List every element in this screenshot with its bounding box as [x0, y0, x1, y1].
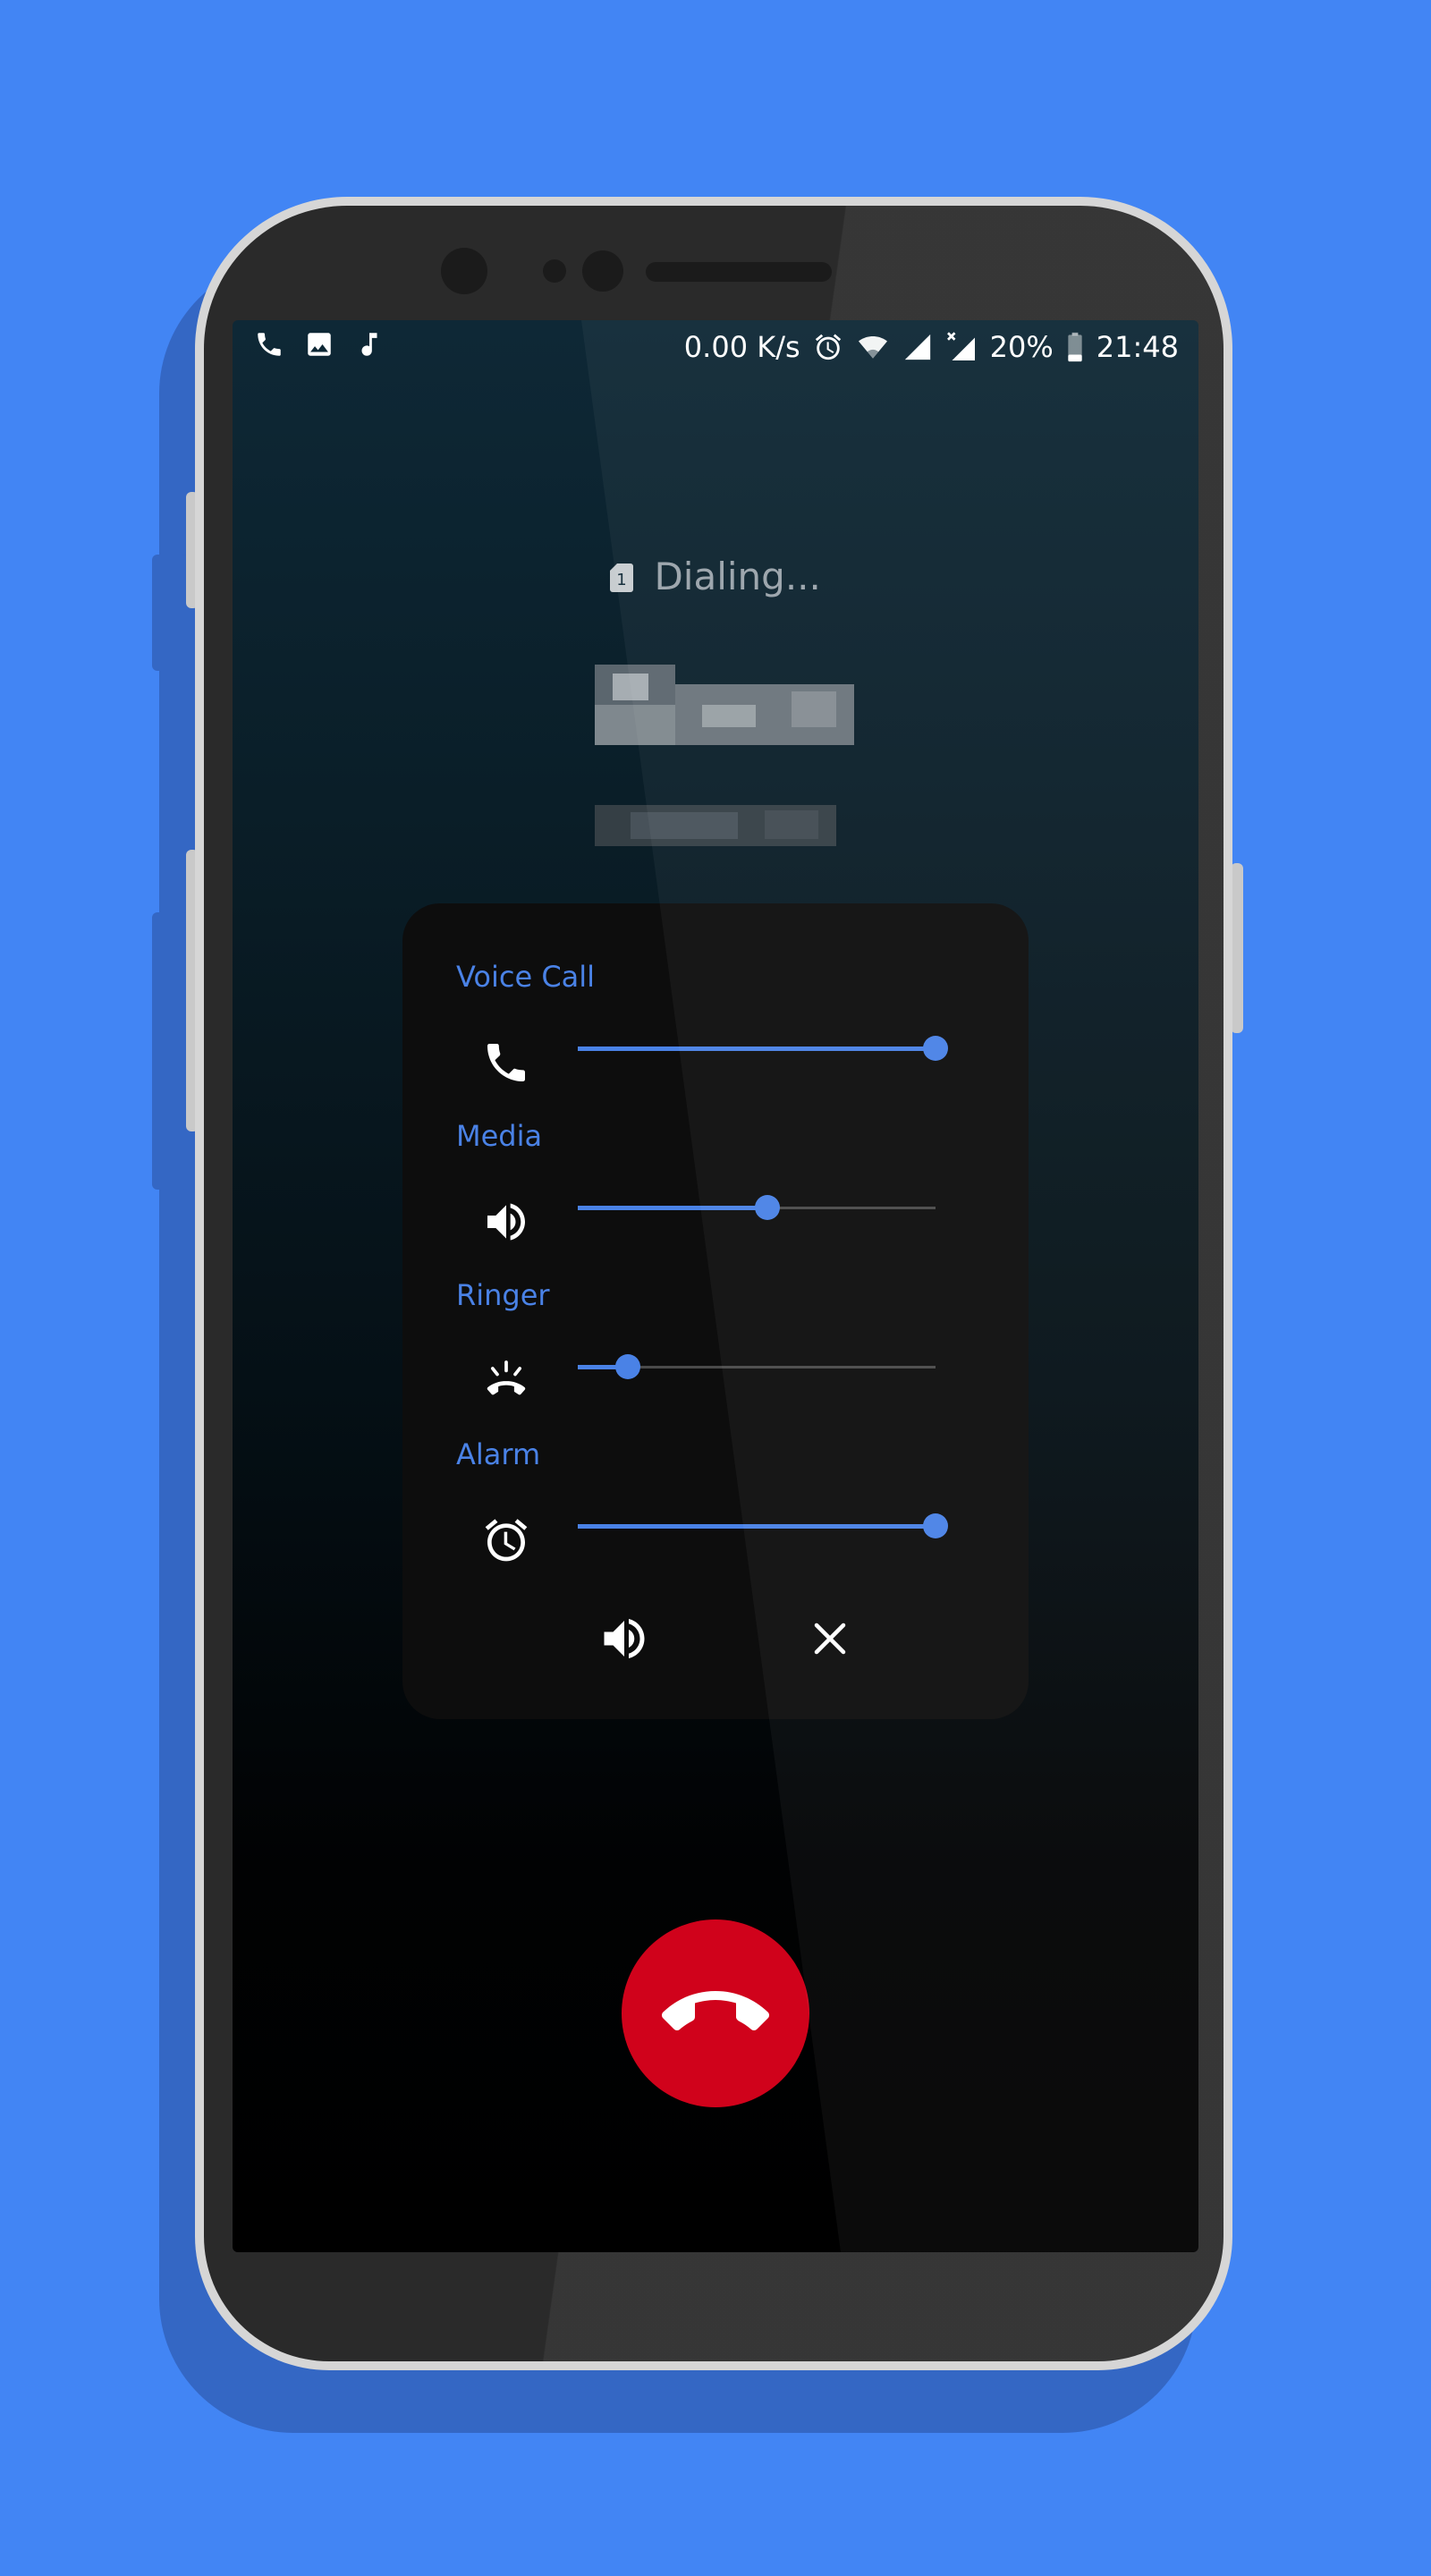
- speaker-icon: [604, 1619, 645, 1658]
- sensor: [582, 250, 623, 292]
- sim-card-icon: 1: [610, 557, 634, 601]
- slider-thumb[interactable]: [755, 1195, 780, 1220]
- volume-panel: Voice Call Media Ringer Alarm: [402, 903, 1029, 1719]
- music-note-icon: [354, 329, 385, 360]
- contact-name-redacted: [595, 665, 854, 745]
- slider-thumb[interactable]: [923, 1513, 948, 1538]
- side-button-shadow: [152, 912, 188, 1190]
- slider-thumb[interactable]: [923, 1036, 948, 1061]
- side-button-shadow: [152, 555, 188, 671]
- speaker-button[interactable]: [597, 1612, 651, 1665]
- call-status-text: Dialing...: [654, 555, 821, 598]
- signal-no-data-icon: [945, 331, 978, 363]
- sensor: [543, 259, 566, 283]
- sim-number: 1: [616, 571, 626, 589]
- ringer-icon: [481, 1356, 531, 1406]
- ringer-label: Ringer: [456, 1278, 550, 1312]
- ringer-slider[interactable]: [578, 1349, 936, 1385]
- earpiece-speaker: [646, 262, 832, 282]
- alarm-slider[interactable]: [578, 1508, 948, 1544]
- battery-percent: 20%: [989, 330, 1054, 364]
- front-camera: [441, 248, 487, 294]
- phone-icon: [481, 1038, 531, 1088]
- voice-call-label: Voice Call: [456, 960, 596, 994]
- phone-screen: 0.00 K/s 20% 21:48 1 Dialing... Voice Ca…: [233, 320, 1198, 2252]
- slider-thumb[interactable]: [615, 1354, 640, 1379]
- wifi-icon: [856, 332, 890, 362]
- status-bar: 0.00 K/s 20% 21:48: [233, 320, 1198, 374]
- voice-call-slider[interactable]: [578, 1030, 948, 1066]
- speaker-icon: [481, 1197, 531, 1247]
- media-slider[interactable]: [578, 1190, 936, 1225]
- image-icon: [304, 329, 334, 360]
- alarm-label: Alarm: [456, 1437, 541, 1471]
- phone-icon: [254, 329, 284, 360]
- call-status: 1 Dialing...: [233, 555, 1198, 601]
- battery-icon: [1066, 332, 1084, 362]
- close-icon: [814, 1623, 846, 1655]
- end-call-button[interactable]: [622, 1919, 809, 2107]
- signal-icon: [902, 332, 933, 362]
- power-button: [1231, 863, 1243, 1033]
- alarm-icon: [813, 332, 843, 362]
- clock: 21:48: [1096, 330, 1179, 364]
- close-button[interactable]: [803, 1612, 857, 1665]
- contact-number-redacted: [595, 805, 836, 846]
- hang-up-icon: [662, 1991, 769, 2030]
- alarm-clock-icon: [481, 1515, 531, 1565]
- media-label: Media: [456, 1119, 543, 1153]
- net-speed: 0.00 K/s: [683, 330, 800, 364]
